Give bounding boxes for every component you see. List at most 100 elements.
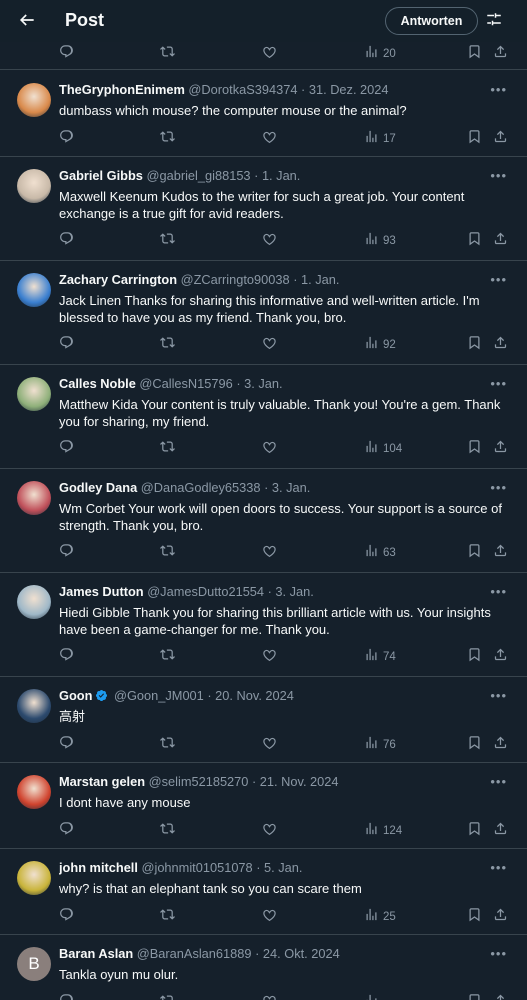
share-icon[interactable]	[493, 44, 508, 62]
author-handle[interactable]: @JamesDutto21554	[147, 584, 264, 599]
views-icon[interactable]: 63	[364, 543, 396, 561]
views-icon[interactable]: 92	[364, 335, 396, 353]
author-name[interactable]: Godley Dana	[59, 480, 137, 495]
author-name[interactable]: Gabriel Gibbs	[59, 168, 143, 183]
avatar[interactable]	[17, 861, 51, 895]
post-date[interactable]: 3. Jan.	[244, 376, 282, 391]
reply-tweet[interactable]: James Dutton @JamesDutto21554 · 3. Jan. •…	[0, 573, 527, 677]
like-icon[interactable]	[262, 735, 277, 753]
author-handle[interactable]: @selim52185270	[149, 774, 249, 789]
reply-tweet[interactable]: Zachary Carrington @ZCarringto90038 · 1.…	[0, 261, 527, 365]
bookmark-icon[interactable]	[467, 821, 482, 839]
author-handle[interactable]: @DanaGodley65338	[141, 480, 261, 495]
retweet-icon[interactable]	[160, 647, 175, 665]
author-handle[interactable]: @Goon_JM001	[114, 688, 204, 703]
reply-tweet[interactable]: Goon @Goon_JM001 · 20. Nov. 2024 ••• 高射 76	[0, 677, 527, 763]
post-date[interactable]: 1. Jan.	[301, 272, 339, 287]
avatar[interactable]	[17, 775, 51, 809]
views-icon[interactable]: 124	[364, 821, 402, 839]
post-date[interactable]: 31. Dez. 2024	[309, 82, 389, 97]
avatar[interactable]	[17, 83, 51, 117]
like-icon[interactable]	[262, 543, 277, 561]
reply-icon[interactable]	[59, 543, 74, 561]
share-icon[interactable]	[493, 735, 508, 753]
bookmark-icon[interactable]	[467, 735, 482, 753]
retweet-icon[interactable]	[160, 231, 175, 249]
more-icon[interactable]: •••	[490, 168, 507, 183]
bookmark-icon[interactable]	[467, 129, 482, 147]
avatar[interactable]	[17, 377, 51, 411]
retweet-icon[interactable]	[160, 439, 175, 457]
share-icon[interactable]	[493, 439, 508, 457]
like-icon[interactable]	[262, 647, 277, 665]
more-icon[interactable]: •••	[490, 376, 507, 391]
reply-tweet[interactable]: TheGryphonEnimem @DorotkaS394374 · 31. D…	[0, 71, 527, 157]
reply-tweet[interactable]: Calles Noble @CallesN15796 · 3. Jan. ••• M…	[0, 365, 527, 469]
author-handle[interactable]: @gabriel_gi88153	[146, 168, 250, 183]
author-name[interactable]: Calles Noble	[59, 376, 136, 391]
reply-icon[interactable]	[59, 335, 74, 353]
retweet-icon[interactable]	[160, 129, 175, 147]
reply-button[interactable]: Antworten	[385, 7, 478, 35]
author-name[interactable]: Baran Aslan	[59, 946, 133, 961]
more-icon[interactable]: •••	[490, 584, 507, 599]
post-date[interactable]: 3. Jan.	[275, 584, 313, 599]
views-icon[interactable]: 104	[364, 439, 402, 457]
author-handle[interactable]: @CallesN15796	[139, 376, 232, 391]
more-icon[interactable]: •••	[490, 688, 507, 703]
settings-sliders-icon[interactable]	[485, 11, 503, 29]
like-icon[interactable]	[262, 993, 277, 1000]
more-icon[interactable]: •••	[490, 480, 507, 495]
reply-icon[interactable]	[59, 821, 74, 839]
bookmark-icon[interactable]	[467, 907, 482, 925]
reply-icon[interactable]	[59, 993, 74, 1000]
share-icon[interactable]	[493, 129, 508, 147]
avatar[interactable]	[17, 585, 51, 619]
author-name[interactable]: Goon	[59, 688, 92, 703]
reply-icon[interactable]	[59, 231, 74, 249]
bookmark-icon[interactable]	[467, 543, 482, 561]
post-date[interactable]: 3. Jan.	[272, 480, 310, 495]
like-icon[interactable]	[262, 439, 277, 457]
more-icon[interactable]: •••	[490, 272, 507, 287]
post-date[interactable]: 20. Nov. 2024	[215, 688, 294, 703]
reply-tweet[interactable]: B Baran Aslan @BaranAslan61889 · 24. Okt.…	[0, 935, 527, 1000]
share-icon[interactable]	[493, 231, 508, 249]
retweet-icon[interactable]	[160, 335, 175, 353]
retweet-icon[interactable]	[160, 735, 175, 753]
avatar[interactable]	[17, 273, 51, 307]
bookmark-icon[interactable]	[467, 993, 482, 1000]
reply-icon[interactable]	[59, 907, 74, 925]
retweet-icon[interactable]	[160, 993, 175, 1000]
like-icon[interactable]	[262, 335, 277, 353]
author-handle[interactable]: @BaranAslan61889	[137, 946, 252, 961]
bookmark-icon[interactable]	[467, 647, 482, 665]
avatar[interactable]	[17, 169, 51, 203]
reply-tweet[interactable]: Godley Dana @DanaGodley65338 · 3. Jan. ••…	[0, 469, 527, 573]
views-icon[interactable]: 74	[364, 647, 396, 665]
bookmark-icon[interactable]	[467, 231, 482, 249]
views-icon[interactable]: 20	[364, 44, 396, 62]
more-icon[interactable]: •••	[490, 82, 507, 97]
reply-icon[interactable]	[59, 129, 74, 147]
like-icon[interactable]	[262, 907, 277, 925]
author-handle[interactable]: @johnmit01051078	[141, 860, 252, 875]
retweet-icon[interactable]	[160, 543, 175, 561]
reply-tweet[interactable]: Marstan gelen @selim52185270 · 21. Nov. …	[0, 763, 527, 849]
views-icon[interactable]: 76	[364, 735, 396, 753]
share-icon[interactable]	[493, 647, 508, 665]
retweet-icon[interactable]	[160, 44, 175, 62]
like-icon[interactable]	[262, 44, 277, 62]
share-icon[interactable]	[493, 335, 508, 353]
reply-tweet[interactable]: john mitchell @johnmit01051078 · 5. Jan.…	[0, 849, 527, 935]
author-name[interactable]: TheGryphonEnimem	[59, 82, 185, 97]
back-arrow-icon[interactable]	[17, 10, 37, 30]
bookmark-icon[interactable]	[467, 439, 482, 457]
avatar[interactable]	[17, 689, 51, 723]
reply-icon[interactable]	[59, 44, 74, 62]
bookmark-icon[interactable]	[467, 335, 482, 353]
views-icon[interactable]: 17	[364, 129, 396, 147]
reply-icon[interactable]	[59, 735, 74, 753]
like-icon[interactable]	[262, 129, 277, 147]
reply-tweet[interactable]: Gabriel Gibbs @gabriel_gi88153 · 1. Jan.…	[0, 157, 527, 261]
